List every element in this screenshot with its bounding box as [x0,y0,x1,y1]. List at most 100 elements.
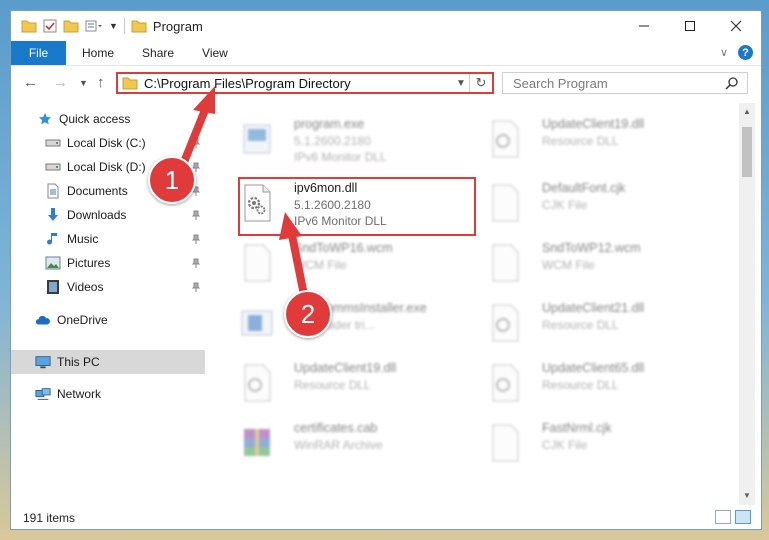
address-path[interactable]: C:\Program Files\Program Directory [144,76,453,91]
exe-icon [243,124,271,154]
tiles-view-icon[interactable] [735,510,751,524]
chevron-down-icon[interactable]: ▼ [109,21,118,31]
back-arrow-icon[interactable]: ← [23,74,38,91]
recent-locations-icon[interactable]: ▼ [79,78,88,88]
file-name: DefaultFont.cjk [542,181,626,195]
music-icon [45,231,61,247]
folder-icon [131,20,147,33]
sidebar-item-network[interactable]: Network [11,382,205,406]
tab-view[interactable]: View [188,41,242,65]
scroll-up-icon[interactable]: ▲ [739,107,755,116]
pin-icon[interactable] [191,233,201,247]
file-type: WCM File [542,258,595,272]
file-item[interactable]: program.exe 5.1.2600.2180 IPv6 Monitor D… [226,113,456,169]
search-box[interactable] [502,72,748,94]
vertical-scrollbar[interactable]: ▲ ▼ [739,103,755,505]
up-arrow-icon[interactable]: ↑ [97,74,105,91]
tab-home[interactable]: Home [66,41,128,65]
minimize-button[interactable] [621,11,667,41]
blank-file-icon [492,244,519,282]
sidebar-item-music[interactable]: Music [11,227,205,251]
sidebar-item-label: Documents [67,184,128,198]
chevron-down-icon[interactable]: ▼ [453,78,469,89]
customize-toolbar-icon[interactable] [85,19,103,33]
file-item[interactable]: UpdateClient19.dll Resource DLL [474,113,704,169]
sidebar-item-label: This PC [57,355,100,369]
file-type: Resource DLL [542,378,619,392]
file-type: WinRAR Archive [294,438,383,452]
maximize-button[interactable] [667,11,713,41]
pin-icon[interactable] [191,257,201,271]
network-icon [35,386,51,402]
close-button[interactable] [713,11,759,41]
sidebar-item-label: Downloads [67,208,127,222]
sidebar-item-this-pc[interactable]: This PC [11,350,205,374]
sidebar-item-label: Pictures [67,256,111,270]
drive-icon [45,159,61,175]
forward-arrow-icon[interactable]: → [53,74,68,91]
sidebar-item-local-disk-c[interactable]: Local Disk (C:) [11,131,205,155]
title-bar: ▼ Program [11,11,761,41]
maximize-icon [685,21,695,31]
search-input[interactable] [511,74,725,92]
file-type: CJK File [542,198,588,212]
highlight-box [238,177,476,236]
download-icon [45,207,61,223]
status-bar: 191 items [11,507,761,529]
properties-icon[interactable] [43,19,57,33]
ribbon-tabs: File Home Share View ∨ ? [11,41,761,66]
expand-ribbon-icon[interactable]: ∨ [720,46,728,59]
refresh-icon[interactable]: ↻ [469,74,492,92]
sidebar-item-onedrive[interactable]: OneDrive [11,308,205,332]
pin-icon[interactable] [191,209,201,223]
blank-file-icon [492,184,519,222]
file-item[interactable]: UpdateClient21.dll Resource DLL [474,297,704,353]
file-item[interactable]: certificates.cab WinRAR Archive [226,417,456,473]
dll-icon [492,304,519,342]
file-name: program.exe [294,117,365,131]
scroll-thumb[interactable] [742,127,752,177]
sidebar-item-label: Local Disk (D:) [67,160,146,174]
documents-icon [45,183,61,199]
file-type: Resource DLL [542,134,619,148]
pin-icon[interactable] [191,281,201,295]
dll-icon [492,120,519,158]
archive-icon [244,429,270,456]
file-item[interactable]: UpdateClient19.dll Resource DLL [226,357,456,413]
tab-file[interactable]: File [11,41,66,65]
file-item[interactable]: SndToWP16.wcm WCM File [226,237,456,293]
file-name: SndToWP12.wcm [542,241,641,255]
sidebar-item-label: Network [57,387,102,401]
file-item[interactable]: UpdateClient65.dll Resource DLL [474,357,704,413]
details-view-icon[interactable] [715,510,731,524]
ribbon-controls: ∨ ? [720,45,753,60]
help-icon[interactable]: ? [738,45,753,60]
sidebar-item-downloads[interactable]: Downloads [11,203,205,227]
address-bar[interactable]: C:\Program Files\Program Directory ▼ ↻ [116,72,494,94]
item-count: 191 items [23,511,76,525]
file-type: Resource DLL [542,318,619,332]
file-item[interactable]: SndToWP12.wcm WCM File [474,237,704,293]
file-item[interactable]: TeleCommsInstaller.exe Onereader tri... [226,297,456,353]
file-item[interactable]: DefaultFont.cjk CJK File [474,177,704,233]
video-icon [45,279,61,295]
sidebar-item-quick-access[interactable]: Quick access [11,107,205,131]
pictures-icon [45,255,61,271]
file-name: FastNrml.cjk [542,421,612,435]
navigation-bar: ← → ▼ ↑ C:\Program Files\Program Directo… [11,66,761,100]
dll-icon [492,364,519,402]
file-item[interactable]: FastNrml.cjk CJK File [474,417,704,473]
installer-icon [241,310,273,336]
new-folder-icon[interactable] [63,19,79,33]
close-icon [730,20,742,32]
search-icon[interactable] [725,76,739,90]
sidebar-item-videos[interactable]: Videos [11,275,205,299]
scroll-down-icon[interactable]: ▼ [739,491,755,500]
pin-icon[interactable] [191,137,201,151]
file-type: IPv6 Monitor DLL [294,150,387,164]
file-version: 5.1.2600.2180 [294,134,371,148]
blank-file-icon [244,244,271,282]
sidebar-item-pictures[interactable]: Pictures [11,251,205,275]
tab-share[interactable]: Share [128,41,188,65]
sidebar-item-label: Music [67,232,99,246]
